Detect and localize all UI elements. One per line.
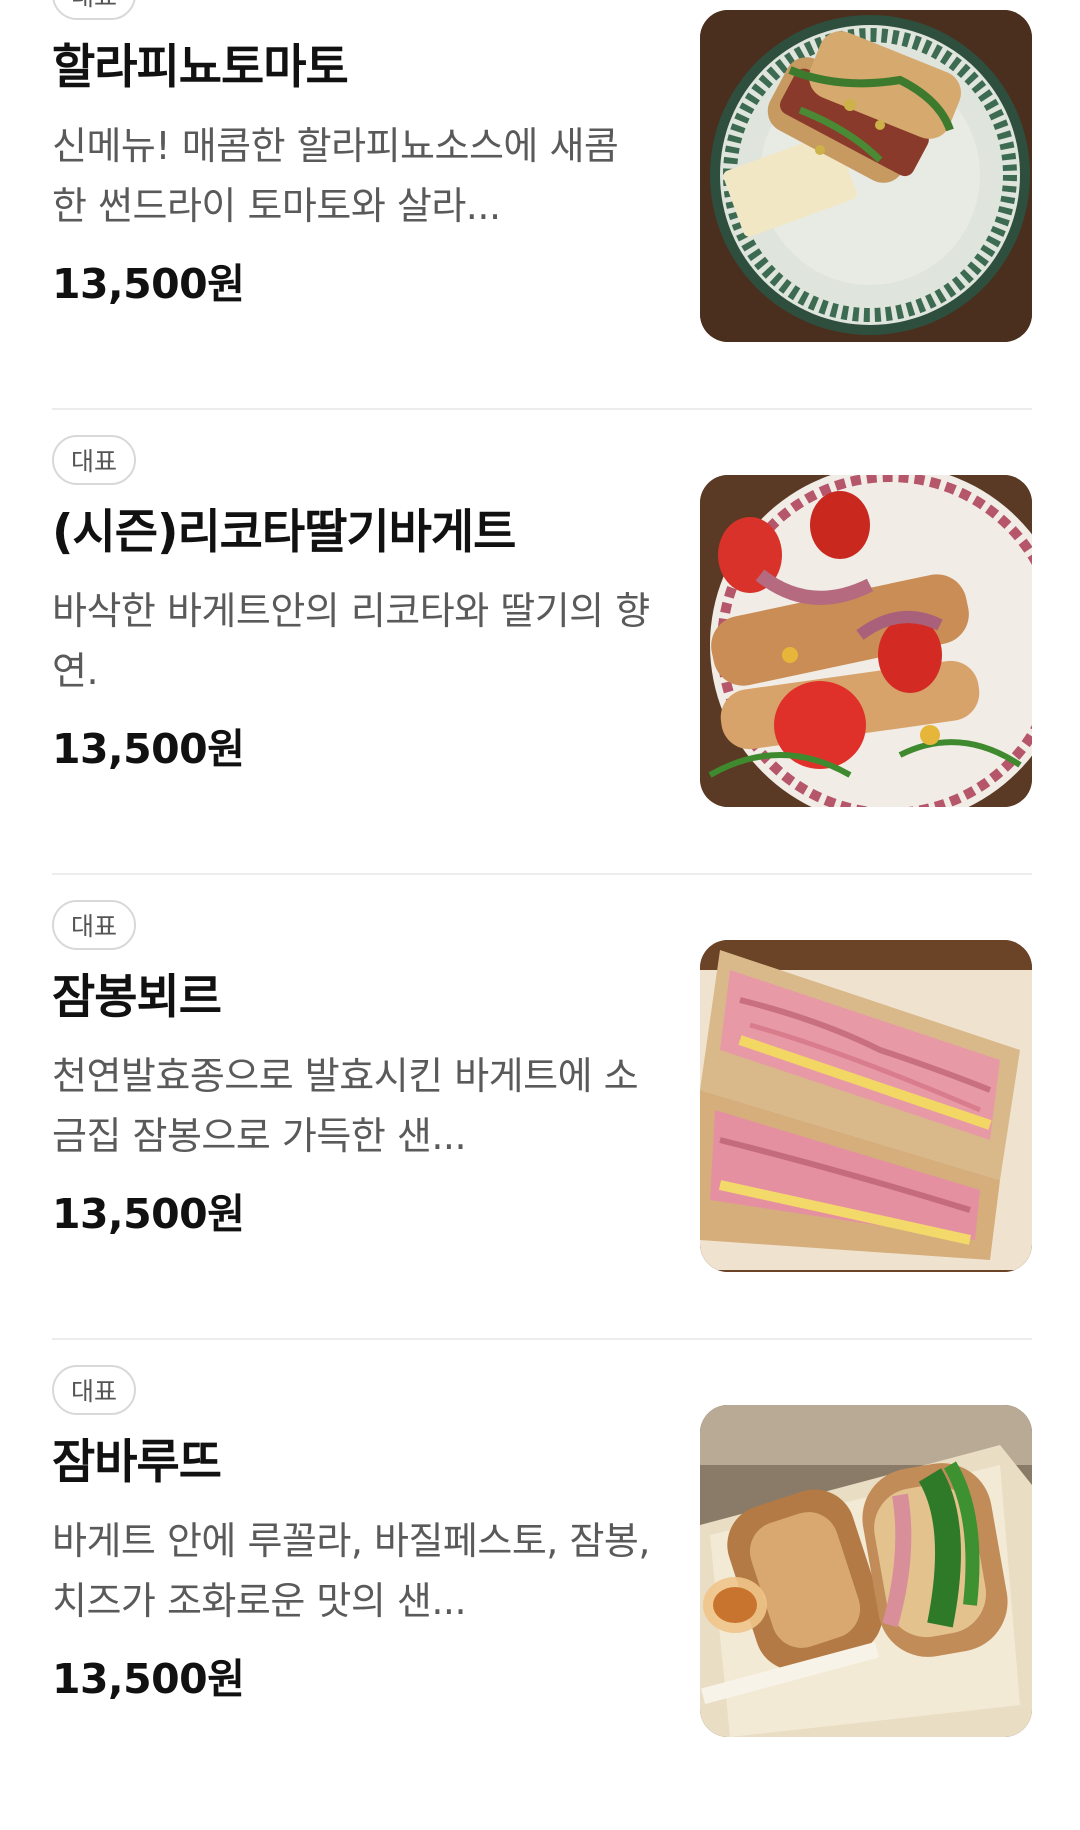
menu-item-name: (시즌)리코타딸기바게트 bbox=[52, 505, 516, 560]
divider bbox=[52, 408, 1032, 410]
signature-badge: 대표 bbox=[52, 0, 137, 20]
menu-item-photo[interactable] bbox=[700, 10, 1032, 342]
divider bbox=[52, 873, 1032, 875]
menu-item-price: 13,500원 bbox=[52, 260, 245, 308]
menu-item-jalapeno-tomato[interactable]: 대표 할라피뇨토마토 신메뉴! 매콤한 할라피뇨소스에 새콤한 썬드라이 토마토… bbox=[0, 0, 1080, 435]
menu-item-price: 13,500원 bbox=[52, 725, 245, 773]
signature-badge: 대표 bbox=[52, 435, 137, 485]
menu-item-ricotta-strawberry-baguette[interactable]: 대표 (시즌)리코타딸기바게트 바삭한 바게트안의 리코타와 딸기의 향연. 1… bbox=[0, 435, 1080, 900]
menu-item-photo[interactable] bbox=[700, 1405, 1032, 1737]
menu-item-jambon-beurre[interactable]: 대표 잠봉뵈르 천연발효종으로 발효시킨 바게트에 소금집 잠봉으로 가득한 샌… bbox=[0, 900, 1080, 1365]
menu-item-description: 신메뉴! 매콤한 할라피뇨소스에 새콤한 썬드라이 토마토와 살라... bbox=[52, 124, 619, 228]
menu-list: 대표 할라피뇨토마토 신메뉴! 매콤한 할라피뇨소스에 새콤한 썬드라이 토마토… bbox=[0, 0, 1080, 1784]
menu-item-photo[interactable] bbox=[700, 475, 1032, 807]
menu-item-photo[interactable] bbox=[700, 940, 1032, 1272]
menu-item-price: 13,500원 bbox=[52, 1655, 245, 1703]
menu-item-name: 잠봉뵈르 bbox=[52, 970, 222, 1025]
divider bbox=[52, 1338, 1032, 1340]
menu-item-description: 바삭한 바게트안의 리코타와 딸기의 향연. bbox=[52, 589, 650, 693]
signature-badge: 대표 bbox=[52, 900, 137, 950]
menu-item-description: 천연발효종으로 발효시킨 바게트에 소금집 잠봉으로 가득한 샌... bbox=[52, 1054, 639, 1158]
menu-item-name: 잠바루뜨 bbox=[52, 1435, 222, 1490]
menu-item-price: 13,500원 bbox=[52, 1190, 245, 1238]
signature-badge: 대표 bbox=[52, 1365, 137, 1415]
menu-item-description: 바게트 안에 루꼴라, 바질페스토, 잠봉, 치즈가 조화로운 맛의 샌... bbox=[52, 1519, 650, 1623]
menu-item-jambarutte[interactable]: 대표 잠바루뜨 바게트 안에 루꼴라, 바질페스토, 잠봉, 치즈가 조화로운 … bbox=[0, 1365, 1080, 1830]
menu-item-name: 할라피뇨토마토 bbox=[52, 40, 349, 95]
